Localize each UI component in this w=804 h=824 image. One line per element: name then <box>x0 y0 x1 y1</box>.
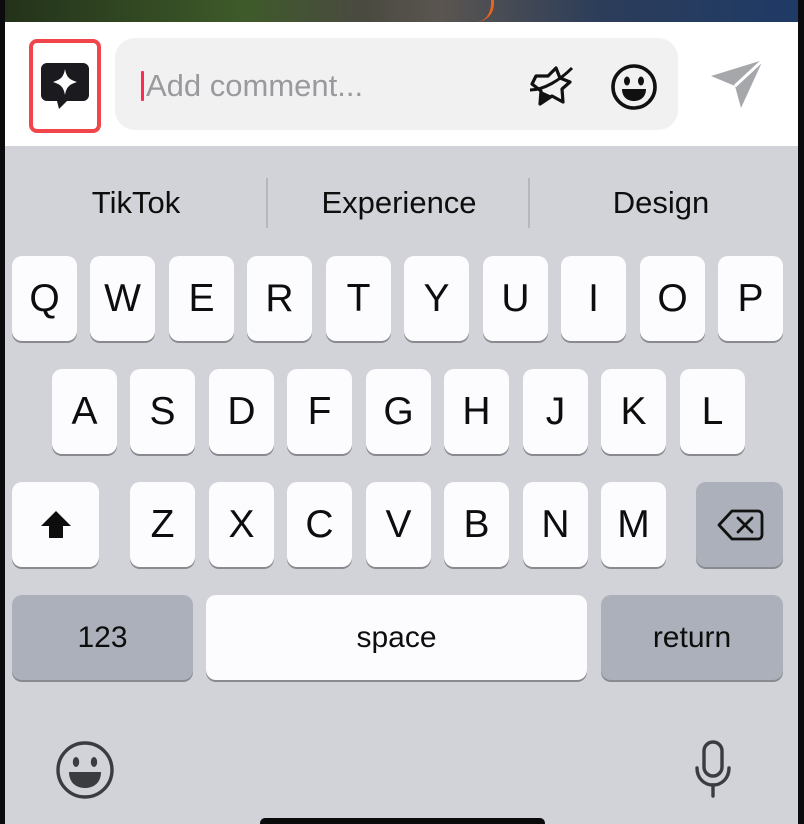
key-label: Q <box>29 276 60 320</box>
key-l[interactable]: L <box>680 369 745 454</box>
return-key-label: return <box>652 620 732 654</box>
suggestion-experience[interactable]: Experience <box>268 176 530 230</box>
key-g[interactable]: G <box>366 369 431 454</box>
key-w[interactable]: W <box>90 256 155 341</box>
key-v[interactable]: V <box>366 482 431 567</box>
space-key[interactable]: space <box>206 595 587 680</box>
home-indicator <box>260 818 545 824</box>
key-label: Y <box>423 276 450 320</box>
key-label: L <box>701 389 724 433</box>
key-label: T <box>346 276 371 320</box>
key-label: A <box>71 389 98 433</box>
key-d[interactable]: D <box>209 369 274 454</box>
emoji-icon[interactable] <box>609 62 659 112</box>
key-r[interactable]: R <box>247 256 312 341</box>
key-label: Z <box>150 502 175 546</box>
ai-sparkle-chat-icon <box>39 61 91 111</box>
key-label: O <box>657 276 688 320</box>
key-p[interactable]: P <box>718 256 783 341</box>
predictive-suggestions-bar: TikTok Experience Design <box>5 146 798 256</box>
text-caret <box>141 71 144 101</box>
key-label: D <box>227 389 256 433</box>
key-s[interactable]: S <box>130 369 195 454</box>
shift-key[interactable] <box>12 482 99 567</box>
suggestion-design[interactable]: Design <box>530 176 792 230</box>
key-label: X <box>228 502 255 546</box>
delete-key[interactable] <box>696 482 783 567</box>
key-q[interactable]: Q <box>12 256 77 341</box>
key-label: F <box>307 389 332 433</box>
microphone-icon[interactable] <box>693 740 733 800</box>
key-label: P <box>737 276 764 320</box>
key-label: R <box>265 276 294 320</box>
suggestion-tiktok[interactable]: TikTok <box>5 176 267 230</box>
sticker-icon[interactable] <box>526 64 576 108</box>
key-label: B <box>463 502 490 546</box>
video-preview-strip <box>5 0 798 22</box>
key-label: W <box>104 276 141 320</box>
key-t[interactable]: T <box>326 256 391 341</box>
send-icon[interactable] <box>705 56 769 112</box>
key-label: J <box>545 389 566 433</box>
key-label: C <box>305 502 334 546</box>
key-label: U <box>501 276 530 320</box>
return-key[interactable]: return <box>601 595 783 680</box>
key-label: H <box>462 389 491 433</box>
key-m[interactable]: M <box>601 482 666 567</box>
key-label: E <box>188 276 215 320</box>
comment-input[interactable]: Add comment... <box>146 67 363 105</box>
key-label: N <box>541 502 570 546</box>
numbers-key[interactable]: 123 <box>12 595 193 680</box>
key-j[interactable]: J <box>523 369 588 454</box>
key-f[interactable]: F <box>287 369 352 454</box>
key-label: K <box>620 389 647 433</box>
key-e[interactable]: E <box>169 256 234 341</box>
app-frame: Add comment... TikTok Experience Design … <box>5 0 798 824</box>
key-h[interactable]: H <box>444 369 509 454</box>
shift-icon <box>39 508 73 542</box>
key-label: I <box>588 276 599 320</box>
emoji-keyboard-icon[interactable] <box>55 740 115 800</box>
key-k[interactable]: K <box>601 369 666 454</box>
numbers-key-label: 123 <box>77 620 128 654</box>
key-b[interactable]: B <box>444 482 509 567</box>
ai-comment-button[interactable] <box>29 39 101 133</box>
key-a[interactable]: A <box>52 369 117 454</box>
key-n[interactable]: N <box>523 482 588 567</box>
key-u[interactable]: U <box>483 256 548 341</box>
space-key-label: space <box>356 620 437 654</box>
key-c[interactable]: C <box>287 482 352 567</box>
key-i[interactable]: I <box>561 256 626 341</box>
key-y[interactable]: Y <box>404 256 469 341</box>
key-z[interactable]: Z <box>130 482 195 567</box>
key-label: G <box>383 389 414 433</box>
comment-bar: Add comment... <box>5 22 798 146</box>
key-o[interactable]: O <box>640 256 705 341</box>
key-x[interactable]: X <box>209 482 274 567</box>
comment-input-container[interactable]: Add comment... <box>115 38 678 130</box>
delete-icon <box>716 508 764 542</box>
key-label: V <box>385 502 412 546</box>
key-label: S <box>149 389 176 433</box>
video-orange-stripe <box>475 0 494 22</box>
key-label: M <box>617 502 650 546</box>
